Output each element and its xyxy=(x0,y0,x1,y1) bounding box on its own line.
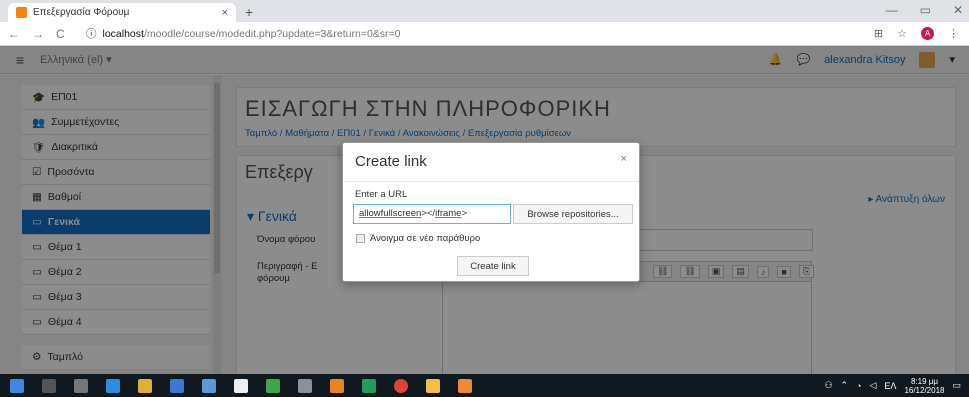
language-indicator[interactable]: ΕΛ xyxy=(884,381,896,391)
open-new-window-label: Άνοιγμα σε νέο παράθυρο xyxy=(370,233,481,244)
checkbox-box[interactable] xyxy=(356,234,365,243)
explorer-app-icon[interactable] xyxy=(170,378,184,393)
windows-start-icon[interactable] xyxy=(10,378,24,393)
url-input[interactable]: allowfullscreen></iframe> xyxy=(353,204,511,224)
clock[interactable]: 8:19 μμ 16/12/2018 xyxy=(904,377,944,395)
app-icon-1[interactable] xyxy=(202,378,216,393)
bookmark-star-icon[interactable]: ☆ xyxy=(897,27,907,40)
app-icon-4[interactable] xyxy=(330,378,344,393)
system-tray: ⚇ ⌃ ◔ ◁ ΕΛ 8:19 μμ 16/12/2018 ▭ xyxy=(824,377,969,395)
tab-title: Επεξεργασία Φόρουμ xyxy=(33,7,130,18)
url-input-text-c: iframe xyxy=(435,208,462,219)
moodle-favicon-icon xyxy=(16,7,27,18)
people-icon[interactable]: ⚇ xyxy=(824,380,832,391)
clock-date: 16/12/2018 xyxy=(904,385,945,395)
address-bar-icons: ⊞ ☆ A ⋮ xyxy=(874,27,969,40)
windows-taskbar: ⚇ ⌃ ◔ ◁ ΕΛ 8:19 μμ 16/12/2018 ▭ xyxy=(0,374,969,397)
tab-close-icon[interactable]: × xyxy=(222,7,228,19)
file-explorer-icon[interactable] xyxy=(426,378,440,393)
url-host: localhost xyxy=(102,27,144,40)
tray-chevron-icon[interactable]: ⌃ xyxy=(841,380,849,391)
address-bar: ← → C ⓘ localhost/moodle/course/modedit.… xyxy=(0,22,969,46)
app-icon-2[interactable] xyxy=(266,378,280,393)
url-input-text-d: > xyxy=(461,208,468,219)
edge-browser-icon[interactable] xyxy=(106,378,120,393)
moodle-app-icon[interactable] xyxy=(458,378,472,393)
url-path: /moodle/course/modedit.php?update=3&retu… xyxy=(143,27,401,40)
browser-tab[interactable]: Επεξεργασία Φόρουμ × xyxy=(8,3,236,22)
info-icon[interactable]: ⓘ xyxy=(86,26,97,41)
back-icon[interactable]: ← xyxy=(8,27,20,41)
dialog-close-icon[interactable]: × xyxy=(621,153,627,165)
forward-icon[interactable]: → xyxy=(32,27,44,41)
search-icon[interactable] xyxy=(42,378,56,393)
close-window-icon[interactable]: ✕ xyxy=(953,3,963,17)
window-controls: — ▭ ✕ xyxy=(886,3,963,17)
create-link-button[interactable]: Create link xyxy=(457,256,529,276)
clock-time: 8:19 μμ xyxy=(910,376,938,386)
url-input-text-a: allowfullscreen xyxy=(359,208,422,219)
new-tab-button[interactable]: + xyxy=(245,4,253,20)
maximize-icon[interactable]: ▭ xyxy=(920,3,931,17)
drive-icon[interactable] xyxy=(362,378,376,393)
minimize-icon[interactable]: — xyxy=(886,3,898,17)
browser-tab-bar: Επεξεργασία Φόρουμ × + — ▭ ✕ xyxy=(0,0,969,22)
chrome-icon[interactable] xyxy=(394,378,408,393)
nav-buttons: ← → C xyxy=(0,27,86,41)
taskbar-icons xyxy=(0,378,472,393)
reload-icon[interactable]: C xyxy=(56,27,65,41)
url-input-text-b: ></ xyxy=(421,208,436,219)
dialog-divider xyxy=(343,181,639,182)
browse-repositories-button[interactable]: Browse repositories... xyxy=(513,204,633,224)
app-icon-3[interactable] xyxy=(298,378,312,393)
dialog-title: Create link xyxy=(355,153,427,170)
open-new-window-checkbox[interactable]: Άνοιγμα σε νέο παράθυρο xyxy=(356,233,480,244)
browser-menu-icon[interactable]: ⋮ xyxy=(948,27,959,40)
create-link-dialog: Create link × Enter a URL allowfullscree… xyxy=(342,142,640,282)
task-view-icon[interactable] xyxy=(74,378,88,393)
amazon-icon[interactable] xyxy=(234,378,248,393)
network-icon[interactable]: ◔ xyxy=(856,381,861,391)
url-label: Enter a URL xyxy=(355,189,408,200)
volume-icon[interactable]: ◁ xyxy=(870,380,877,391)
profile-avatar[interactable]: A xyxy=(921,27,934,40)
notifications-icon[interactable]: ▭ xyxy=(952,380,961,391)
url-field[interactable]: ⓘ localhost/moodle/course/modedit.php?up… xyxy=(86,26,874,41)
store-icon[interactable] xyxy=(138,378,152,393)
translate-icon[interactable]: ⊞ xyxy=(874,27,883,40)
